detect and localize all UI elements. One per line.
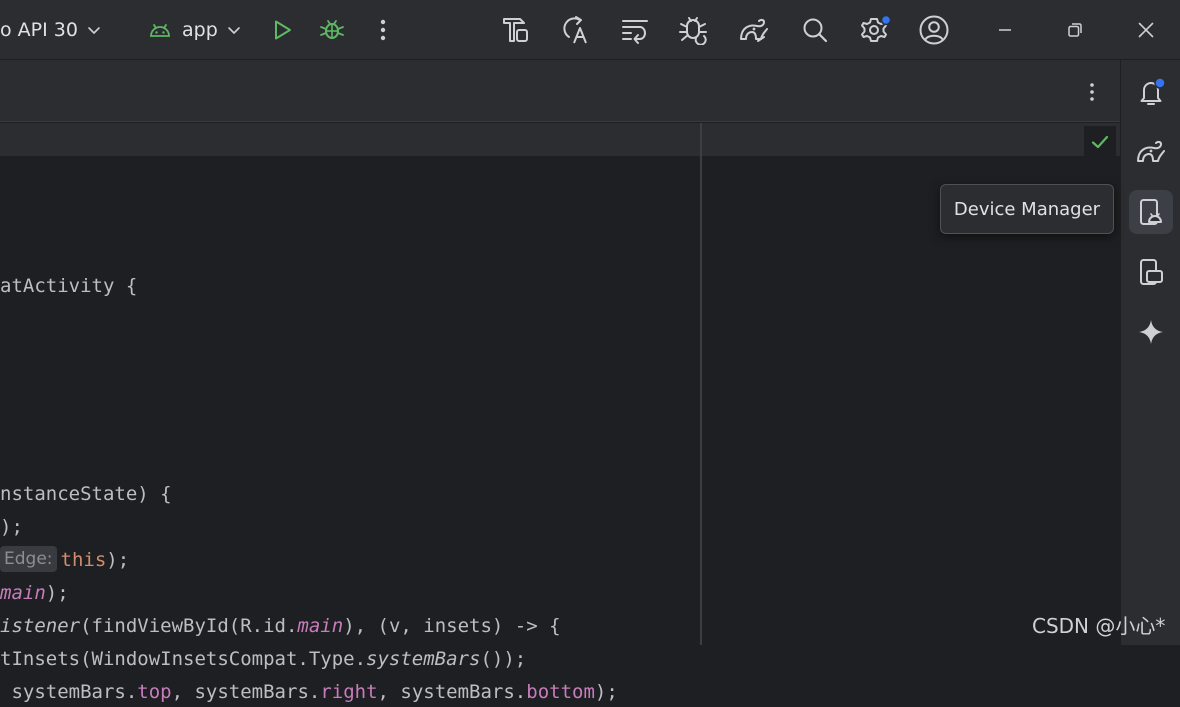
device-selector-label: o API 30 <box>0 19 78 41</box>
code-line: istener(findViewById(R.id.main), (v, ins… <box>0 611 561 641</box>
code-line: tInsets(WindowInsetsCompat.Type.systemBa… <box>0 644 526 674</box>
device-selector[interactable]: o API 30 <box>0 14 102 46</box>
more-vertical-icon[interactable] <box>370 16 396 44</box>
code-token: this <box>60 549 107 571</box>
device-manager-icon[interactable] <box>1129 190 1173 234</box>
breadcrumb-bar <box>0 123 700 156</box>
code-token: (findViewById(R.id. <box>80 615 298 637</box>
code-token: ); <box>106 549 130 571</box>
code-line: main); <box>0 578 69 608</box>
chevron-down-icon <box>86 22 102 38</box>
run-icon[interactable] <box>268 16 296 44</box>
code-token: main <box>0 582 46 604</box>
code-line: systemBars.top, systemBars.right, system… <box>0 677 618 707</box>
translate-icon[interactable] <box>558 14 592 46</box>
code-token: ()); <box>480 648 527 670</box>
code-token: nstanceState) { <box>0 483 172 505</box>
editor-tab-bar <box>0 60 1120 122</box>
gradle-icon[interactable] <box>1129 130 1173 174</box>
code-token: ); <box>45 582 69 604</box>
code-line: Edge: this); <box>0 545 129 575</box>
gradle-icon[interactable] <box>736 14 772 46</box>
code-token: top <box>137 681 172 703</box>
code-token: atActivity { <box>0 275 138 297</box>
search-icon[interactable] <box>798 14 832 46</box>
minimize-icon[interactable] <box>990 16 1020 44</box>
right-tool-sidebar <box>1120 60 1180 645</box>
code-token: bottom <box>526 681 595 703</box>
code-token: , systemBars. <box>377 681 527 703</box>
sync-icon[interactable] <box>618 14 652 46</box>
gemini-icon[interactable] <box>1129 310 1173 354</box>
code-line: ); <box>0 512 23 542</box>
notifications-icon[interactable] <box>1129 70 1173 114</box>
code-token: , systemBars. <box>171 681 321 703</box>
code-token: ); <box>0 516 23 538</box>
android-icon <box>148 20 172 40</box>
code-token: right <box>320 681 378 703</box>
code-line: atActivity { <box>0 271 137 301</box>
chevron-down-icon <box>226 22 242 38</box>
run-configuration-selector[interactable]: app <box>148 14 242 46</box>
inspection-ok-icon[interactable] <box>1084 126 1116 158</box>
preview-pane-header <box>702 123 1120 158</box>
code-token: ), (v, insets) -> { <box>343 615 561 637</box>
watermark: CSDN @小心* <box>1032 614 1166 638</box>
device-manager-tooltip: Device Manager <box>940 184 1114 234</box>
code-token: istener <box>0 615 81 637</box>
code-token: tInsets(WindowInsetsCompat.Type. <box>0 648 367 670</box>
account-icon[interactable] <box>916 12 952 48</box>
main-toolbar: o API 30 app <box>0 0 1180 60</box>
running-devices-icon[interactable] <box>1129 250 1173 294</box>
code-token: ); <box>594 681 618 703</box>
code-token: main <box>297 615 344 637</box>
code-token: systemBars. <box>0 681 138 703</box>
build-icon[interactable] <box>498 14 532 46</box>
code-token: systemBars <box>366 648 481 670</box>
parameter-hint: Edge: <box>0 546 57 572</box>
debug-icon[interactable] <box>318 16 346 44</box>
restore-icon[interactable] <box>1060 16 1090 44</box>
code-editor[interactable]: atActivity {nstanceState) {); Edge: this);… <box>0 123 700 703</box>
profiler-icon[interactable] <box>676 14 710 46</box>
code-line: nstanceState) { <box>0 479 172 509</box>
more-vertical-icon[interactable] <box>1080 78 1104 106</box>
settings-icon[interactable] <box>856 12 892 48</box>
close-icon[interactable] <box>1131 16 1161 44</box>
run-configuration-label: app <box>182 19 218 41</box>
